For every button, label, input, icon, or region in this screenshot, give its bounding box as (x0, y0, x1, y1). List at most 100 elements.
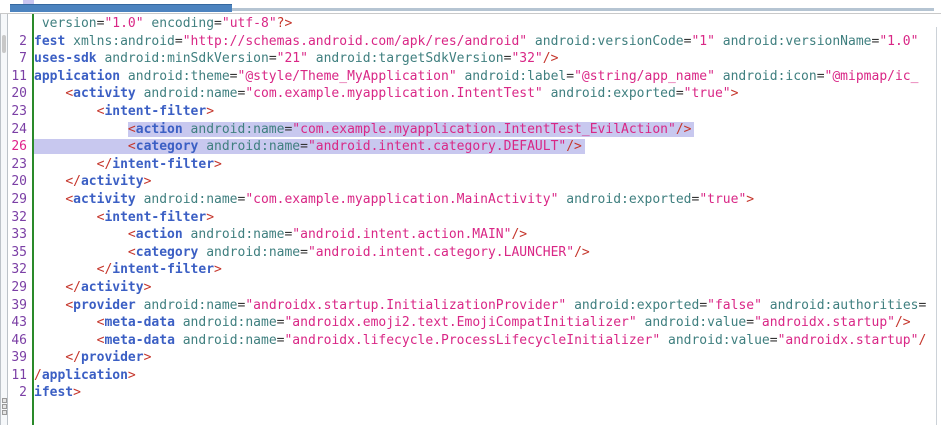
xml-delimiter: > (746, 192, 754, 207)
indent (34, 122, 128, 137)
xml-attribute-name: android:icon (715, 69, 817, 84)
xml-delimiter: </ (97, 262, 113, 277)
left-scrollbar-thumb[interactable] (2, 35, 6, 53)
indent (34, 333, 97, 348)
xml-delimiter: > (144, 280, 152, 295)
xml-delimiter: /> (574, 245, 590, 260)
xml-delimiter: > (214, 262, 222, 277)
indent (34, 280, 65, 295)
code-line[interactable]: </intent-filter> (34, 156, 941, 174)
code-line[interactable]: </activity> (34, 279, 941, 297)
selection-highlight: <action android:name="com.example.myappl… (128, 122, 695, 137)
xml-attribute-name: android:name (136, 192, 238, 207)
xml-attribute-value: "android.intent.action.MAIN" (292, 227, 511, 242)
plain-text (34, 16, 42, 31)
xml-attribute-value: "21" (277, 51, 308, 66)
xml-attribute-value: "androidx.lifecycle.ProcessLifecycleInit… (284, 333, 660, 348)
xml-attribute-value: "32" (511, 51, 542, 66)
xml-equals: = (269, 51, 277, 66)
indent (34, 192, 65, 207)
code-line[interactable]: </intent-filter> (34, 261, 941, 279)
xml-delimiter: < (128, 139, 136, 154)
indent (34, 86, 65, 101)
xml-delimiter: ?> (277, 16, 293, 31)
xml-delimiter: /> (566, 139, 582, 154)
code-line[interactable]: <intent-filter> (34, 103, 941, 121)
xml-attribute-name: android:name (183, 122, 285, 137)
code-line[interactable]: uses-sdk android:minSdkVersion="21" andr… (34, 50, 941, 68)
xml-equals: = (770, 333, 778, 348)
xml-equals: = (214, 16, 222, 31)
selection-highlight: <category android:name="android.intent.c… (34, 139, 585, 154)
line-number: 46 (8, 332, 27, 350)
xml-tag-name: intent-filter (104, 210, 206, 225)
code-line[interactable]: fest xmlns:android="http://schemas.andro… (34, 33, 941, 51)
xml-equals: = (230, 69, 238, 84)
xml-attribute-name: android:exported (543, 86, 676, 101)
line-number: 20 (8, 173, 27, 191)
xml-attribute-value: "com.example.myapplication.IntentTest_Ev… (292, 122, 676, 137)
code-line[interactable]: <activity android:name="com.example.myap… (34, 85, 941, 103)
line-number (8, 15, 27, 33)
code-line[interactable]: <provider android:name="androidx.startup… (34, 297, 941, 315)
xml-tag-name: provider (73, 298, 136, 313)
code-line[interactable]: <intent-filter> (34, 209, 941, 227)
xml-delimiter: /> (676, 122, 692, 137)
xml-tag-name: category (136, 245, 199, 260)
line-number: 20 (8, 85, 27, 103)
gutter: 271120232426232029323335322939434639112 (8, 14, 34, 425)
line-number: 32 (8, 261, 27, 279)
code-line[interactable]: <meta-data android:name="androidx.lifecy… (34, 332, 941, 350)
line-number: 24 (8, 121, 27, 139)
xml-delimiter: > (128, 368, 136, 383)
code-line[interactable]: ifest> (34, 384, 941, 402)
code-line[interactable]: <action android:name="android.intent.act… (34, 226, 941, 244)
indent (34, 350, 65, 365)
line-number: 11 (8, 367, 27, 385)
xml-attribute-name: android:name (136, 86, 238, 101)
xml-attribute-name: android:name (198, 139, 300, 154)
code-line[interactable]: <meta-data android:name="androidx.emoji2… (34, 314, 941, 332)
line-number: 32 (8, 209, 27, 227)
xml-attribute-name: android:targetSdkVersion (308, 51, 504, 66)
xml-tag-name: activity (73, 192, 136, 207)
xml-attribute-value: "androidx.emoji2.text.EmojiCompatInitial… (284, 315, 636, 330)
xml-tag-name: provider (81, 350, 144, 365)
code-line[interactable]: </activity> (34, 173, 941, 191)
code-line[interactable]: /application> (34, 367, 941, 385)
line-number: 43 (8, 314, 27, 332)
xml-delimiter: > (144, 350, 152, 365)
code-area[interactable]: version="1.0" encoding="utf-8"?>fest xml… (34, 14, 941, 425)
indent (34, 104, 97, 119)
indent (34, 139, 128, 154)
xml-delimiter: </ (97, 157, 113, 172)
code-line[interactable]: <category android:name="android.intent.c… (34, 244, 941, 262)
code-editor: 271120232426232029323335322939434639112 … (0, 13, 941, 425)
indent (34, 298, 65, 313)
xml-equals: = (175, 34, 183, 49)
line-number: 2 (8, 384, 27, 402)
xml-attribute-name: android:value (637, 315, 747, 330)
xml-delimiter: > (731, 86, 739, 101)
horizontal-scrollbar-thumb[interactable] (10, 4, 232, 12)
line-number: 7 (8, 50, 27, 68)
code-line[interactable]: </provider> (34, 349, 941, 367)
xml-equals: = (566, 69, 574, 84)
xml-attribute-name: android:value (660, 333, 770, 348)
code-line[interactable]: <category android:name="android.intent.c… (34, 138, 941, 156)
xml-attribute-name: android:name (136, 298, 238, 313)
splitter-grip-dot (2, 404, 7, 409)
code-line[interactable]: <action android:name="com.example.myappl… (34, 121, 941, 139)
xml-equals: = (746, 315, 754, 330)
xml-attribute-name: android:versionCode (527, 34, 684, 49)
code-line[interactable]: <activity android:name="com.example.myap… (34, 191, 941, 209)
splitter-grip-dot (2, 410, 7, 415)
code-line[interactable]: application android:theme="@style/Theme_… (34, 68, 941, 86)
xml-tag-name: activity (73, 86, 136, 101)
xml-tag-name: action (136, 122, 183, 137)
panel-splitter[interactable] (0, 14, 8, 425)
indent (34, 174, 65, 189)
code-line[interactable]: version="1.0" encoding="utf-8"?> (34, 15, 941, 33)
xml-attribute-value: "1" (691, 34, 714, 49)
xml-attribute-value: "1.0" (104, 16, 143, 31)
